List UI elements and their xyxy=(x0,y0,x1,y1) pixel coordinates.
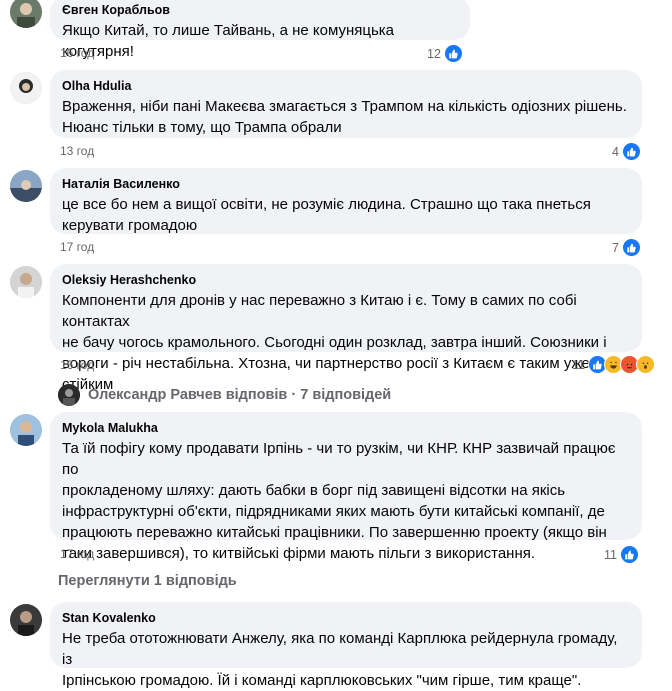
avatar[interactable] xyxy=(10,266,42,298)
thumbs-up-icon xyxy=(619,545,639,564)
comment-reactions[interactable]: 4 xyxy=(612,142,641,161)
comment-reactions[interactable]: 12 xyxy=(427,44,463,63)
comment-text: це все бо нем а вищої освіти, не розуміє… xyxy=(62,196,591,213)
comment-author[interactable]: Євген Корабльов xyxy=(62,2,458,18)
comment-text: Компоненти для дронів у нас переважно з … xyxy=(62,292,577,330)
avatar[interactable] xyxy=(10,604,42,636)
comment-text: керувати громадою xyxy=(62,217,198,234)
comment-text: Враження, ніби пані Макеєва змагається з… xyxy=(62,98,627,115)
comment-text: Нюанс тільки в тому, що Трампа обрали xyxy=(62,119,342,136)
avatar[interactable] xyxy=(10,170,42,202)
comment-text: Не треба ототожнювати Анжелу, яка по ком… xyxy=(62,630,618,668)
comment-bubble: Oleksiy Herashchenko Компоненти для дрон… xyxy=(50,264,642,393)
comment-text: працюють переважно китайські працівники.… xyxy=(62,524,607,541)
comment-text: прокладеному шляху: дають бабки в борг п… xyxy=(62,482,566,499)
comment-reactions[interactable]: 11 xyxy=(604,545,639,564)
wow-emoji-icon xyxy=(635,355,655,374)
replies-text: Олександр Равчев відповів · 7 відповідей xyxy=(88,387,392,403)
avatar[interactable] xyxy=(10,414,42,446)
comment-text: таки завершився), то китвійські фірми ма… xyxy=(62,545,536,562)
comment-reactions[interactable]: 7 xyxy=(612,238,641,257)
comment-author[interactable]: Olha Hdulia xyxy=(62,78,630,94)
comment-text: інфраструктурні об'єкти, підрядниками як… xyxy=(62,503,605,520)
comment-bubble: Mykola Malukha Та їй пофігу кому продава… xyxy=(50,412,642,562)
comment-text: не бачу чогось крамольного. Сьогодні оди… xyxy=(62,334,607,351)
reaction-count: 11 xyxy=(572,357,585,372)
comment-time[interactable]: 17 год xyxy=(60,547,94,561)
avatar xyxy=(58,384,80,406)
thumbs-up-icon xyxy=(621,238,641,257)
replies-text: Переглянути 1 відповідь xyxy=(58,573,237,589)
view-replies-link[interactable]: Переглянути 1 відповідь xyxy=(58,573,237,589)
comment-bubble: Наталія Василенко це все бо нем а вищої … xyxy=(50,168,642,234)
comment-time[interactable]: 16 год xyxy=(60,358,94,372)
reaction-count: 11 xyxy=(604,547,617,562)
comment-text: Та їй пофігу кому продавати Ірпінь - чи … xyxy=(62,440,616,478)
avatar[interactable] xyxy=(10,72,42,104)
avatar[interactable] xyxy=(10,0,42,28)
comment-author[interactable]: Oleksiy Herashchenko xyxy=(62,272,630,288)
comment-author[interactable]: Mykola Malukha xyxy=(62,420,630,436)
comment-bubble: Євген Корабльов Якщо Китай, то лише Тайв… xyxy=(50,0,470,60)
thumbs-up-icon xyxy=(621,142,641,161)
thumbs-up-icon xyxy=(443,44,463,63)
comment-author[interactable]: Stan Kovalenko xyxy=(62,610,630,626)
comment-text: Якщо Китай, то лише Тайвань, а не комуня… xyxy=(62,22,395,60)
comment-reactions[interactable]: 11 xyxy=(572,355,655,374)
comment-bubble: Stan Kovalenko Не треба ототожнювати Анж… xyxy=(50,602,642,689)
reaction-count: 4 xyxy=(612,144,619,159)
comment-time[interactable]: 16 год xyxy=(60,46,94,60)
comment-bubble: Olha Hdulia Враження, ніби пані Макеєва … xyxy=(50,70,642,138)
reaction-count: 7 xyxy=(612,240,619,255)
comment-time[interactable]: 13 год xyxy=(60,144,94,158)
view-replies-link[interactable]: Олександр Равчев відповів · 7 відповідей xyxy=(58,384,391,406)
comment-time[interactable]: 17 год xyxy=(60,240,94,254)
comment-author[interactable]: Наталія Василенко xyxy=(62,176,630,192)
comment-text: Ірпінською громадою. Їй і команді карплю… xyxy=(62,672,582,689)
reaction-count: 12 xyxy=(427,46,441,61)
